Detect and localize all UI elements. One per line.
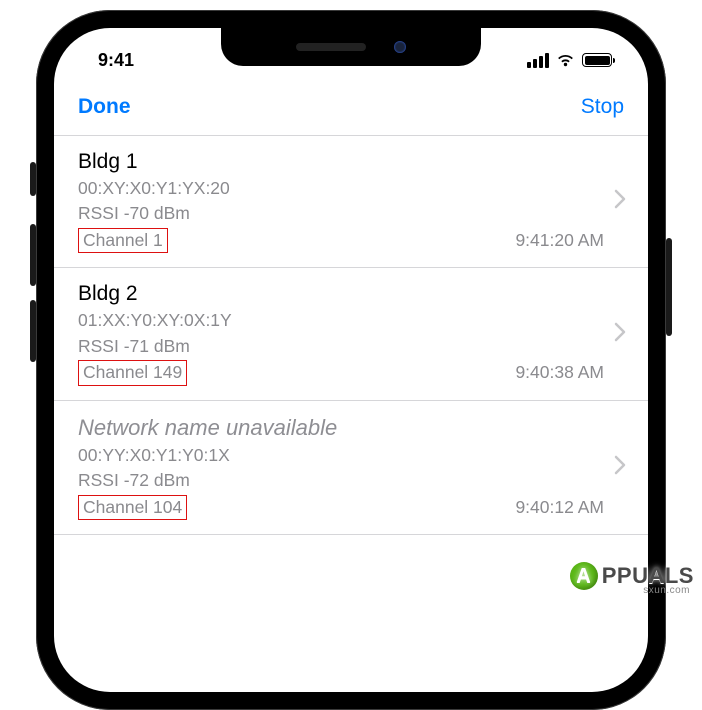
network-name-unavailable: Network name unavailable — [78, 415, 604, 441]
network-channel: Channel 1 — [78, 228, 168, 254]
network-rssi: RSSI -71 dBm — [78, 334, 604, 359]
done-button[interactable]: Done — [78, 95, 131, 119]
battery-icon — [582, 53, 612, 67]
network-bssid: 00:YY:X0:Y1:Y0:1X — [78, 443, 604, 468]
network-name: Bldg 1 — [78, 150, 604, 174]
network-row[interactable]: Network name unavailable 00:YY:X0:Y1:Y0:… — [54, 401, 648, 535]
network-bssid: 01:XX:Y0:XY:0X:1Y — [78, 308, 604, 333]
network-name: Bldg 2 — [78, 282, 604, 306]
network-bssid: 00:XY:X0:Y1:YX:20 — [78, 176, 604, 201]
network-rssi: RSSI -72 dBm — [78, 468, 604, 493]
network-row[interactable]: Bldg 2 01:XX:Y0:XY:0X:1Y RSSI -71 dBm Ch… — [54, 268, 648, 400]
volume-up-button[interactable] — [30, 224, 36, 286]
mute-switch[interactable] — [30, 162, 36, 196]
cellular-signal-icon — [527, 53, 549, 68]
network-channel: Channel 104 — [78, 495, 187, 521]
notch — [221, 28, 481, 66]
network-row[interactable]: Bldg 1 00:XY:X0:Y1:YX:20 RSSI -70 dBm Ch… — [54, 136, 648, 268]
stop-button[interactable]: Stop — [581, 95, 624, 119]
network-channel: Channel 149 — [78, 360, 187, 386]
phone-frame: 9:41 Done Stop — [36, 10, 666, 710]
network-rssi: RSSI -70 dBm — [78, 201, 604, 226]
chevron-right-icon — [614, 189, 626, 214]
watermark-badge: A — [570, 562, 598, 590]
chevron-right-icon — [614, 322, 626, 347]
navigation-bar: Done Stop — [54, 78, 648, 136]
wifi-icon — [556, 53, 575, 67]
screen: 9:41 Done Stop — [54, 28, 648, 692]
network-list: Bldg 1 00:XY:X0:Y1:YX:20 RSSI -70 dBm Ch… — [54, 136, 648, 535]
network-timestamp: 9:40:38 AM — [515, 362, 604, 383]
front-camera — [394, 41, 406, 53]
network-timestamp: 9:41:20 AM — [515, 230, 604, 251]
status-time: 9:41 — [82, 50, 134, 71]
power-button[interactable] — [666, 238, 672, 336]
watermark-site: sxun.com — [643, 585, 690, 596]
volume-down-button[interactable] — [30, 300, 36, 362]
speaker-grill — [296, 43, 366, 51]
network-timestamp: 9:40:12 AM — [515, 497, 604, 518]
chevron-right-icon — [614, 455, 626, 480]
